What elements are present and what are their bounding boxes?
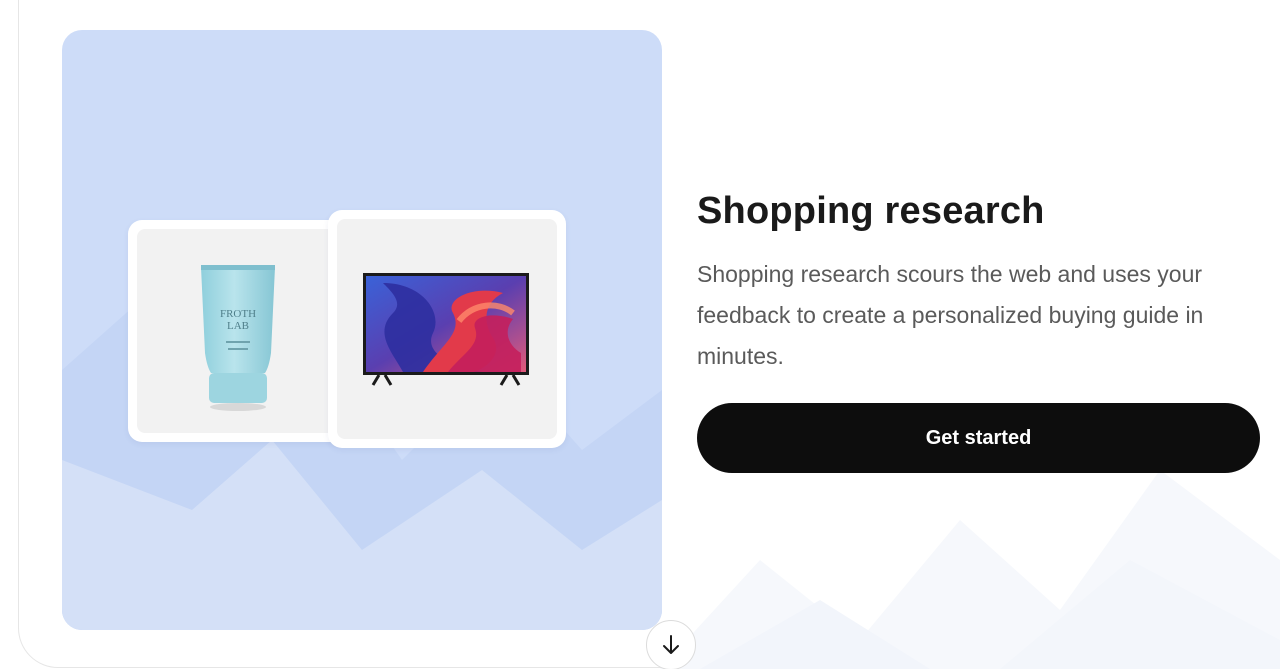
- hero-image: FROTH LAB: [62, 30, 662, 630]
- scroll-down-button[interactable]: [646, 620, 696, 669]
- serum-tube-image: FROTH LAB: [201, 265, 275, 411]
- get-started-button[interactable]: Get started: [697, 403, 1260, 473]
- product-card-tv: [328, 210, 566, 448]
- tube-brand-line2: LAB: [227, 320, 249, 332]
- page-title: Shopping research: [697, 190, 1045, 232]
- tv-image: [363, 273, 529, 386]
- arrow-down-icon: [663, 635, 679, 654]
- tube-brand-line1: FROTH: [220, 308, 256, 320]
- feature-description: Shopping research scours the web and use…: [697, 261, 1204, 369]
- product-card-serum-tube: FROTH LAB: [128, 220, 350, 442]
- page: FROTH LAB Shopping research Shopping res…: [0, 0, 1280, 669]
